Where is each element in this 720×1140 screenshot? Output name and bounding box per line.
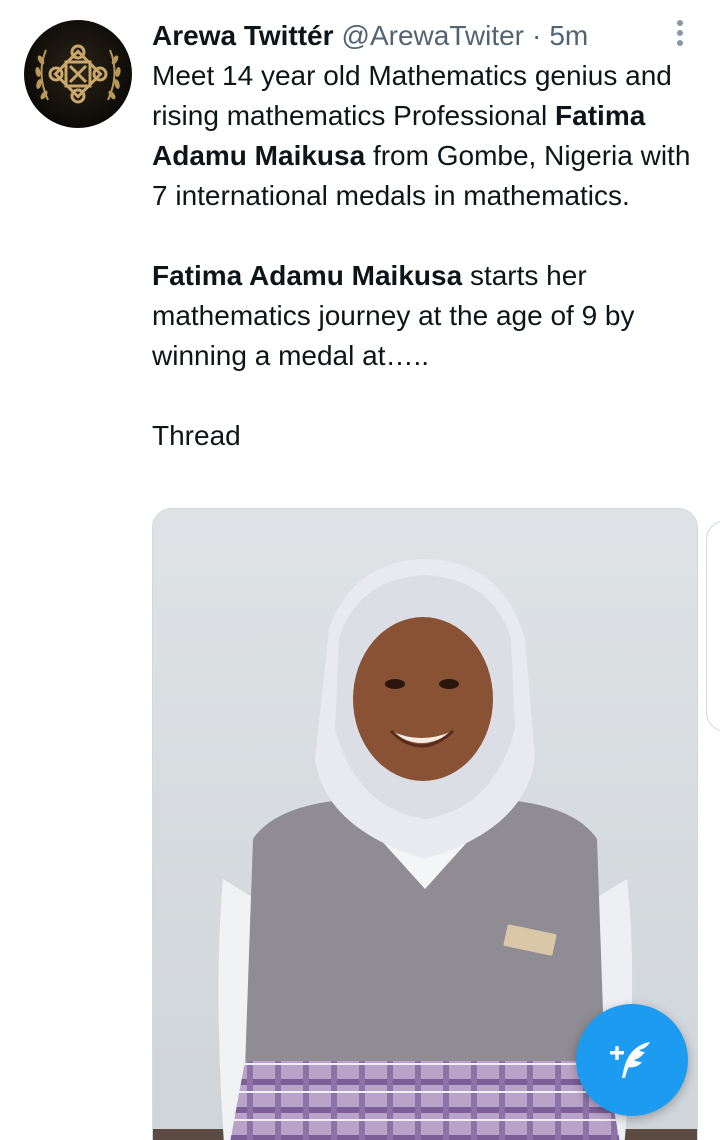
timestamp[interactable]: 5m: [549, 20, 588, 52]
display-name[interactable]: Arewa Twittér: [152, 20, 334, 52]
next-media-card-edge: [706, 520, 720, 732]
compose-tweet-icon: [610, 1042, 650, 1078]
more-vertical-icon[interactable]: [668, 20, 692, 50]
compose-tweet-button[interactable]: [576, 1004, 688, 1116]
avatar[interactable]: [24, 20, 132, 128]
tweet-paragraph-2: Fatima Adamu Maikusa starts her mathemat…: [152, 260, 635, 371]
tweet-paragraph-1: Meet 14 year old Mathematics genius and …: [152, 60, 691, 211]
highlighted-name: Fatima Adamu Maikusa: [152, 260, 463, 291]
user-handle[interactable]: @ArewaTwiter: [342, 20, 524, 52]
separator-dot: ·: [532, 20, 542, 51]
tweet-header: Arewa Twittér @ArewaTwiter · 5m: [152, 18, 588, 54]
tweet-paragraph-3: Thread: [152, 420, 241, 451]
tweet-text: Meet 14 year old Mathematics genius and …: [152, 56, 692, 456]
tweet[interactable]: Arewa Twittér @ArewaTwiter · 5m Meet 14 …: [0, 0, 720, 1140]
logo-knot-icon: [35, 44, 121, 104]
